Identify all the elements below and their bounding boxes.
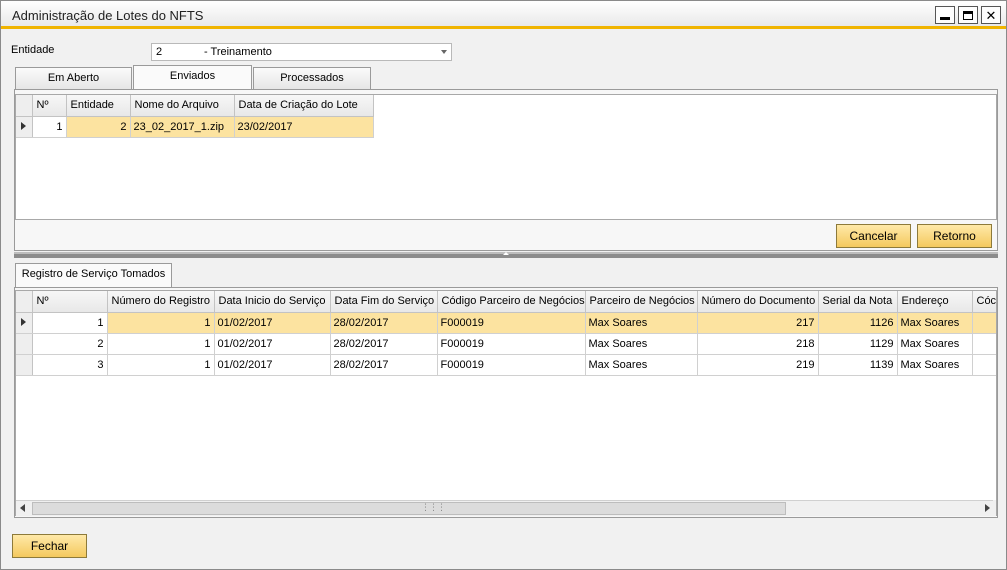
scroll-right-icon[interactable] bbox=[985, 504, 990, 512]
close-button[interactable]: ✕ bbox=[981, 6, 1001, 24]
col-header-parceiro[interactable]: Parceiro de Negócios bbox=[585, 291, 698, 313]
col-header-codigo-partial[interactable]: Cóc bbox=[972, 291, 996, 313]
entidade-name: - Treinamento bbox=[204, 46, 272, 58]
row-marker-icon bbox=[21, 317, 27, 326]
col-header-nome-arquivo[interactable]: Nome do Arquivo bbox=[130, 95, 235, 117]
cell-arquivo[interactable]: 23_02_2017_1.zip bbox=[130, 116, 235, 138]
cancelar-button[interactable]: Cancelar bbox=[836, 224, 911, 248]
entidade-label: Entidade bbox=[11, 44, 55, 56]
col-header-num[interactable]: Nº bbox=[32, 291, 108, 313]
cell-codigo[interactable]: F000019 bbox=[437, 312, 586, 334]
lotes-panel: Nº Entidade Nome do Arquivo Data de Cria… bbox=[14, 89, 998, 251]
cell-registro[interactable]: 1 bbox=[107, 312, 215, 334]
cell-endereco[interactable]: Max Soares bbox=[897, 354, 973, 376]
scroll-left-icon[interactable] bbox=[20, 504, 25, 512]
cell-codigo[interactable]: F000019 bbox=[437, 354, 586, 376]
cell-num[interactable]: 3 bbox=[32, 354, 108, 376]
cell-serial[interactable]: 1126 bbox=[818, 312, 898, 334]
nfts-window: Administração de Lotes do NFTS ✕ Entidad… bbox=[0, 0, 1007, 570]
tab-enviados[interactable]: Enviados bbox=[133, 65, 252, 89]
cell-fim[interactable]: 28/02/2017 bbox=[330, 354, 438, 376]
minimize-button[interactable] bbox=[935, 6, 955, 24]
splitter-grip-icon bbox=[503, 252, 509, 255]
cell-num[interactable]: 1 bbox=[32, 116, 67, 138]
col-header-data-inicio[interactable]: Data Inicio do Serviço bbox=[214, 291, 331, 313]
cell-codigo[interactable]: F000019 bbox=[437, 333, 586, 355]
cell-documento[interactable]: 219 bbox=[697, 354, 819, 376]
cell-num[interactable]: 2 bbox=[32, 333, 108, 355]
panel-splitter[interactable] bbox=[14, 252, 998, 258]
cell-inicio[interactable]: 01/02/2017 bbox=[214, 354, 331, 376]
table-row[interactable]: 1 2 23_02_2017_1.zip 23/02/2017 bbox=[16, 116, 374, 138]
col-header-serial-nota[interactable]: Serial da Nota bbox=[818, 291, 898, 313]
cell-inicio[interactable]: 01/02/2017 bbox=[214, 333, 331, 355]
row-marker-icon bbox=[21, 121, 27, 130]
chevron-down-icon[interactable] bbox=[441, 50, 447, 54]
cell-parceiro[interactable]: Max Soares bbox=[585, 354, 698, 376]
col-header-numero-registro[interactable]: Número do Registro bbox=[107, 291, 215, 313]
cell-entidade[interactable]: 2 bbox=[66, 116, 131, 138]
cell-extra[interactable] bbox=[972, 312, 996, 334]
row-selector[interactable] bbox=[16, 312, 33, 334]
window-title: Administração de Lotes do NFTS bbox=[12, 8, 204, 23]
col-header-data-criacao[interactable]: Data de Criação do Lote bbox=[234, 95, 374, 117]
close-icon: ✕ bbox=[985, 7, 997, 23]
tab-em-aberto[interactable]: Em Aberto bbox=[15, 67, 132, 89]
cell-inicio[interactable]: 01/02/2017 bbox=[214, 312, 331, 334]
cell-registro[interactable]: 1 bbox=[107, 354, 215, 376]
fechar-button[interactable]: Fechar bbox=[12, 534, 87, 558]
row-selector[interactable] bbox=[16, 333, 33, 355]
tab-processados[interactable]: Processados bbox=[253, 67, 371, 89]
cell-extra[interactable] bbox=[972, 354, 996, 376]
col-header-data-fim[interactable]: Data Fim do Serviço bbox=[330, 291, 438, 313]
col-header-entidade[interactable]: Entidade bbox=[66, 95, 131, 117]
maximize-icon bbox=[963, 10, 973, 20]
col-header-endereco[interactable]: Endereço bbox=[897, 291, 973, 313]
maximize-button[interactable] bbox=[958, 6, 978, 24]
cell-endereco[interactable]: Max Soares bbox=[897, 333, 973, 355]
row-selector[interactable] bbox=[16, 116, 33, 138]
cell-serial[interactable]: 1139 bbox=[818, 354, 898, 376]
lotes-grid: Nº Entidade Nome do Arquivo Data de Cria… bbox=[15, 94, 997, 220]
cell-registro[interactable]: 1 bbox=[107, 333, 215, 355]
minimize-icon bbox=[940, 16, 950, 20]
cell-parceiro[interactable]: Max Soares bbox=[585, 312, 698, 334]
entidade-code: 2 bbox=[156, 46, 163, 58]
horizontal-scrollbar[interactable]: ⋮⋮⋮ bbox=[16, 500, 994, 516]
row-header-corner bbox=[16, 95, 33, 117]
table-row[interactable]: 1 1 01/02/2017 28/02/2017 F000019 Max So… bbox=[16, 312, 996, 334]
scroll-thumb[interactable]: ⋮⋮⋮ bbox=[32, 502, 786, 515]
cell-serial[interactable]: 1129 bbox=[818, 333, 898, 355]
cell-parceiro[interactable]: Max Soares bbox=[585, 333, 698, 355]
cell-data[interactable]: 23/02/2017 bbox=[234, 116, 374, 138]
col-header-numero-documento[interactable]: Número do Documento bbox=[697, 291, 819, 313]
title-bar: Administração de Lotes do NFTS ✕ bbox=[1, 1, 1006, 29]
registros-grid: Nº Número do Registro Data Inicio do Ser… bbox=[15, 290, 997, 516]
cell-documento[interactable]: 218 bbox=[697, 333, 819, 355]
retorno-button[interactable]: Retorno bbox=[917, 224, 992, 248]
cell-extra[interactable] bbox=[972, 333, 996, 355]
table-row[interactable]: 2 1 01/02/2017 28/02/2017 F000019 Max So… bbox=[16, 333, 996, 355]
col-header-num[interactable]: Nº bbox=[32, 95, 67, 117]
cell-endereco[interactable]: Max Soares bbox=[897, 312, 973, 334]
row-selector[interactable] bbox=[16, 354, 33, 376]
cell-num[interactable]: 1 bbox=[32, 312, 108, 334]
cell-documento[interactable]: 217 bbox=[697, 312, 819, 334]
cell-fim[interactable]: 28/02/2017 bbox=[330, 333, 438, 355]
registros-panel: Nº Número do Registro Data Inicio do Ser… bbox=[14, 287, 998, 518]
row-header-corner bbox=[16, 291, 33, 313]
table-row[interactable]: 3 1 01/02/2017 28/02/2017 F000019 Max So… bbox=[16, 354, 996, 376]
cell-fim[interactable]: 28/02/2017 bbox=[330, 312, 438, 334]
tab-registro-servico[interactable]: Registro de Serviço Tomados bbox=[15, 263, 172, 288]
scroll-corner bbox=[993, 500, 996, 516]
entidade-select[interactable]: 2 - Treinamento bbox=[151, 43, 452, 61]
col-header-codigo-parceiro[interactable]: Código Parceiro de Negócios bbox=[437, 291, 586, 313]
scroll-grip-icon: ⋮⋮⋮ bbox=[421, 502, 446, 512]
